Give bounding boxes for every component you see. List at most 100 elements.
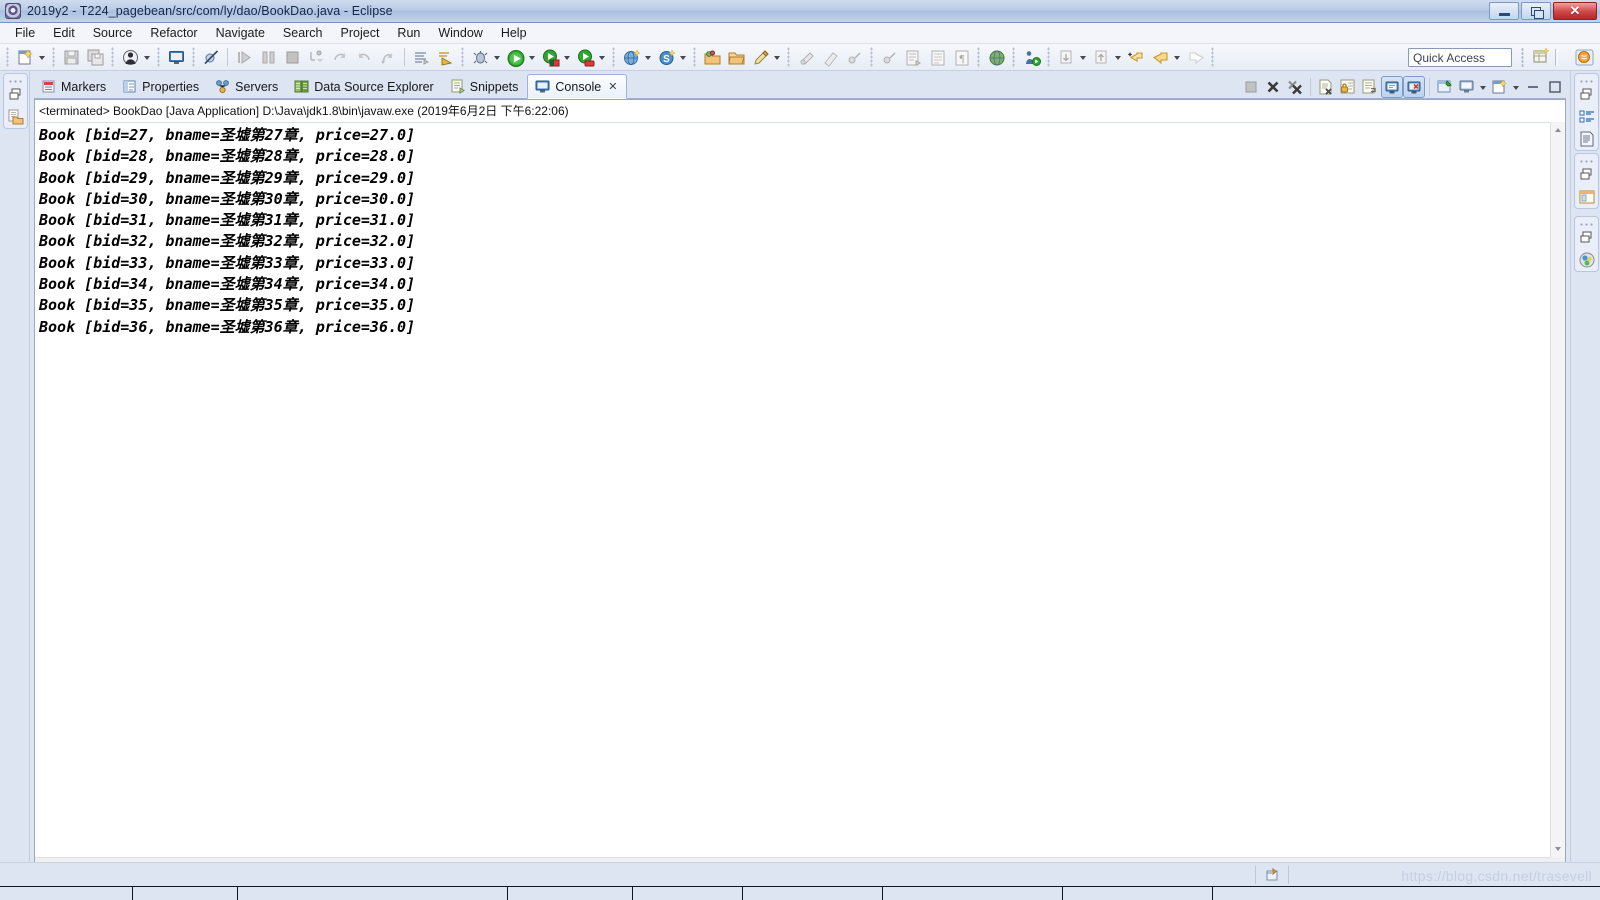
taskbar-slot[interactable]: [0, 887, 133, 900]
search-dropdown-icon[interactable]: [678, 46, 689, 68]
open-folder-icon[interactable]: [725, 46, 747, 68]
run-server-icon[interactable]: [539, 46, 561, 68]
clear-console-icon[interactable]: [1315, 76, 1337, 98]
console-vertical-scrollbar[interactable]: [1550, 122, 1565, 857]
new-web-dropdown-icon[interactable]: [643, 46, 654, 68]
tab-snippets[interactable]: Snippets: [443, 74, 528, 99]
open-console-icon[interactable]: [1489, 76, 1511, 98]
tab-data-source-explorer[interactable]: Data Source Explorer: [287, 74, 443, 99]
terminate-icon: [1240, 76, 1262, 98]
pin-console-icon[interactable]: [1434, 76, 1456, 98]
back-dropdown-icon[interactable]: [1172, 46, 1183, 68]
word-wrap-icon[interactable]: [1359, 76, 1381, 98]
run-dropdown-icon[interactable]: [527, 46, 538, 68]
open-type-icon[interactable]: [701, 46, 723, 68]
view-toolbar-divider: [1429, 78, 1430, 96]
outline-icon[interactable]: [1575, 106, 1600, 128]
menu-run[interactable]: Run: [388, 24, 429, 42]
open-console-dropdown-icon[interactable]: [1511, 76, 1522, 98]
taskbar-slot[interactable]: [238, 887, 508, 900]
pencil-icon[interactable]: [749, 46, 771, 68]
profile-icon[interactable]: [574, 46, 596, 68]
fast-view-grip[interactable]: [8, 76, 23, 84]
new-wizard-icon[interactable]: [14, 46, 36, 68]
debug-bug-dropdown-icon[interactable]: [492, 46, 503, 68]
previous-annotation-dropdown-icon[interactable]: [1113, 46, 1124, 68]
next-annotation-dropdown-icon[interactable]: [1078, 46, 1089, 68]
restore-icon[interactable]: [1575, 164, 1600, 186]
run-server-dropdown-icon[interactable]: [562, 46, 573, 68]
tab-properties[interactable]: Properties: [115, 74, 208, 99]
menu-search[interactable]: Search: [274, 24, 332, 42]
smart-insert-icon[interactable]: [1255, 865, 1288, 884]
taskbar-slot[interactable]: [1063, 887, 1213, 900]
run-last-tool-icon[interactable]: [410, 46, 432, 68]
menu-window[interactable]: Window: [429, 24, 491, 42]
scroll-lock-icon[interactable]: [1337, 76, 1359, 98]
restore-icon[interactable]: [1575, 84, 1600, 106]
debug-person-icon[interactable]: [119, 46, 141, 68]
console-icon[interactable]: [165, 46, 187, 68]
eraser-icon: [819, 46, 841, 68]
watermark: https://blog.csdn.net/trasevell: [1401, 868, 1592, 884]
servers-status-icon[interactable]: [1575, 249, 1600, 271]
panel-layout-icon[interactable]: [1575, 186, 1600, 208]
tab-servers[interactable]: Servers: [208, 74, 287, 99]
globe-icon[interactable]: [985, 46, 1007, 68]
profile-dropdown-icon[interactable]: [597, 46, 608, 68]
back-icon[interactable]: [1149, 46, 1171, 68]
remove-launch-icon[interactable]: [1262, 76, 1284, 98]
tab-markers[interactable]: Markers: [34, 74, 115, 99]
person-run-icon[interactable]: [1020, 46, 1042, 68]
scroll-up-button[interactable]: [1551, 122, 1566, 137]
pencil-dropdown-icon[interactable]: [772, 46, 783, 68]
taskbar-slot[interactable]: [743, 887, 883, 900]
java-ee-perspective-icon[interactable]: [1574, 47, 1596, 68]
taskbar-slot[interactable]: [633, 887, 743, 900]
remove-all-launches-icon[interactable]: [1284, 76, 1306, 98]
toolbar-separator: [4, 47, 11, 67]
last-edit-location-icon[interactable]: [1125, 46, 1147, 68]
taskbar-slot[interactable]: [508, 887, 633, 900]
document-icon[interactable]: [1575, 128, 1600, 150]
menu-navigate[interactable]: Navigate: [207, 24, 274, 42]
open-perspective-icon[interactable]: [1532, 47, 1554, 68]
console-text[interactable]: Book [bid=27, bname=圣墟第27章, price=27.0] …: [35, 122, 1550, 857]
minimize-button[interactable]: [1489, 2, 1519, 20]
display-selected-dropdown-icon[interactable]: [1478, 76, 1489, 98]
package-explorer-icon[interactable]: [4, 106, 29, 128]
tab-console[interactable]: Console ✕: [527, 74, 628, 99]
scroll-down-button[interactable]: [1551, 842, 1566, 857]
menu-refactor[interactable]: Refactor: [141, 24, 206, 42]
menu-source[interactable]: Source: [84, 24, 142, 42]
show-console-on-error-icon[interactable]: [1403, 76, 1425, 98]
search-s-icon[interactable]: S: [655, 46, 677, 68]
menu-help[interactable]: Help: [492, 24, 536, 42]
close-button[interactable]: ✕: [1553, 2, 1597, 20]
debug-bug-icon[interactable]: [469, 46, 491, 68]
view-minimize-icon[interactable]: [1522, 76, 1544, 98]
menu-edit[interactable]: Edit: [44, 24, 84, 42]
menu-file[interactable]: File: [6, 24, 44, 42]
restore-icon[interactable]: [4, 84, 29, 106]
run-green-icon[interactable]: [504, 46, 526, 68]
taskbar-slot[interactable]: [133, 887, 238, 900]
maximize-button[interactable]: [1521, 2, 1551, 20]
close-icon[interactable]: ✕: [608, 80, 617, 93]
restore-icon[interactable]: [1575, 227, 1600, 249]
fast-view-grip[interactable]: [1579, 219, 1594, 227]
annotation-icon[interactable]: [434, 46, 456, 68]
menu-project[interactable]: Project: [332, 24, 389, 42]
fast-view-grip[interactable]: [1579, 76, 1594, 84]
debug-dropdown-icon[interactable]: [142, 46, 153, 68]
new-web-project-icon[interactable]: [620, 46, 642, 68]
quick-access-input[interactable]: [1408, 48, 1512, 67]
view-maximize-icon[interactable]: [1544, 76, 1566, 98]
taskbar-slot[interactable]: [883, 887, 1063, 900]
new-wizard-dropdown-icon[interactable]: [37, 46, 48, 68]
show-console-on-output-icon[interactable]: [1381, 76, 1403, 98]
console-output-area[interactable]: <terminated> BookDao [Java Application] …: [34, 99, 1566, 873]
fast-view-grip[interactable]: [1579, 156, 1594, 164]
skip-breakpoints-icon[interactable]: [200, 46, 222, 68]
display-selected-console-icon[interactable]: [1456, 76, 1478, 98]
